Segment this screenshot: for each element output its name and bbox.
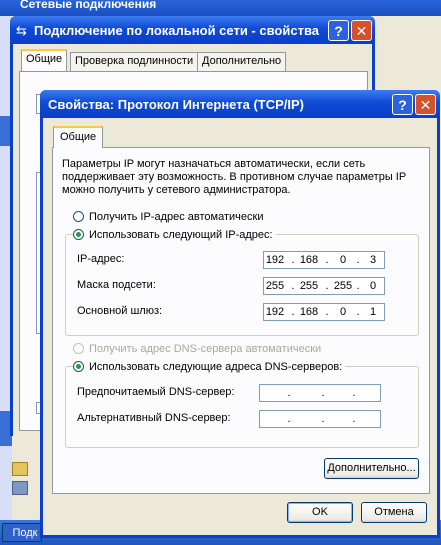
preferred-dns-input[interactable]: . . . <box>259 384 381 402</box>
octet: 0 <box>339 306 347 318</box>
tab-general[interactable]: Общие <box>53 126 104 148</box>
octet: 3 <box>369 254 377 266</box>
octet-separator: . <box>356 280 360 292</box>
ip-auto-radio[interactable]: Получить IP-адрес автоматически <box>73 211 263 223</box>
radio-icon <box>73 361 84 372</box>
octet-separator: . <box>291 306 295 318</box>
gateway-label: Основной шлюз: <box>77 305 163 317</box>
ip-auto-label: Получить IP-адрес автоматически <box>89 211 264 223</box>
subnet-input[interactable]: 255 . 255 . 255 . 0 <box>263 277 385 295</box>
background-window-titlebar: Сетевые подключения <box>0 0 441 16</box>
tab-advanced[interactable]: Дополнительно <box>197 52 287 71</box>
background-window-title: Сетевые подключения <box>20 0 157 11</box>
help-button[interactable]: ? <box>328 20 349 41</box>
network-icon <box>12 481 28 495</box>
octet-separator: . <box>325 306 329 318</box>
tab-authentication[interactable]: Проверка подлинности <box>70 52 199 71</box>
alternate-dns-input[interactable]: . . . <box>259 410 381 428</box>
radio-icon <box>73 229 84 240</box>
dns-manual-radio[interactable]: Использовать следующие адреса DNS-сервер… <box>73 361 346 373</box>
dns-manual-label: Использовать следующие адреса DNS-сервер… <box>89 361 343 373</box>
help-button[interactable]: ? <box>392 94 413 115</box>
octet-separator: . <box>291 280 295 292</box>
close-button[interactable]: ✕ <box>415 94 436 115</box>
octet: 168 <box>299 306 319 318</box>
tab-page-general: Параметры IP могут назначаться автоматич… <box>52 147 430 494</box>
octet-separator: . <box>356 254 360 266</box>
ip-address-input[interactable]: 192 . 168 . 0 . 3 <box>263 251 385 269</box>
octet: 168 <box>299 254 319 266</box>
ip-manual-radio[interactable]: Использовать следующий IP-адрес: <box>73 229 276 241</box>
connection-dialog-title: Подключение по локальной сети - свойства <box>34 23 320 38</box>
close-button[interactable]: ✕ <box>351 20 372 41</box>
ok-button[interactable]: OK <box>287 502 353 523</box>
octet-separator: . <box>325 254 329 266</box>
alternate-dns-label: Альтернативный DNS-сервер: <box>77 412 231 424</box>
octet-separator: . <box>321 387 325 399</box>
ip-manual-label: Использовать следующий IP-адрес: <box>89 229 273 241</box>
tab-general[interactable]: Общие <box>21 49 68 73</box>
octet: 192 <box>265 254 285 266</box>
ip-address-label: IP-адрес: <box>77 253 125 265</box>
octet: 255 <box>265 280 285 292</box>
folder-icon <box>12 462 28 476</box>
octet: 0 <box>339 254 347 266</box>
taskbar-button[interactable]: Подк <box>2 523 42 542</box>
dns-group <box>65 366 419 448</box>
octet-separator: . <box>352 387 356 399</box>
dns-auto-radio: Получить адрес DNS-сервера автоматически <box>73 343 321 355</box>
octet-separator: . <box>287 413 291 425</box>
octet: 192 <box>265 306 285 318</box>
gateway-input[interactable]: 192 . 168 . 0 . 1 <box>263 303 385 321</box>
octet: 0 <box>369 280 377 292</box>
octet-separator: . <box>356 306 360 318</box>
connection-dialog-titlebar: ⇆ Подключение по локальной сети - свойст… <box>10 16 375 44</box>
radio-icon <box>73 211 84 222</box>
description-text: Параметры IP могут назначаться автоматич… <box>62 158 406 196</box>
octet-separator: . <box>287 387 291 399</box>
octet: 255 <box>299 280 319 292</box>
octet: 1 <box>369 306 377 318</box>
tcpip-properties-dialog: Свойства: Протокол Интернета (TCP/IP) ? … <box>40 90 440 538</box>
octet-separator: . <box>325 280 329 292</box>
dns-auto-label: Получить адрес DNS-сервера автоматически <box>89 343 322 355</box>
tcpip-dialog-title: Свойства: Протокол Интернета (TCP/IP) <box>48 97 304 112</box>
octet-separator: . <box>352 413 356 425</box>
octet-separator: . <box>321 413 325 425</box>
radio-icon <box>73 343 84 354</box>
tcpip-dialog-body: Общие Параметры IP могут назначаться авт… <box>43 118 437 535</box>
tcpip-dialog-titlebar: Свойства: Протокол Интернета (TCP/IP) ? … <box>40 90 440 118</box>
advanced-button[interactable]: Дополнительно... <box>324 458 419 479</box>
octet: 255 <box>333 280 353 292</box>
octet-separator: . <box>291 254 295 266</box>
subnet-label: Маска подсети: <box>77 279 156 291</box>
network-connection-icon: ⇆ <box>16 23 27 38</box>
preferred-dns-label: Предпочитаемый DNS-сервер: <box>77 386 235 398</box>
cancel-button[interactable]: Отмена <box>361 502 427 523</box>
